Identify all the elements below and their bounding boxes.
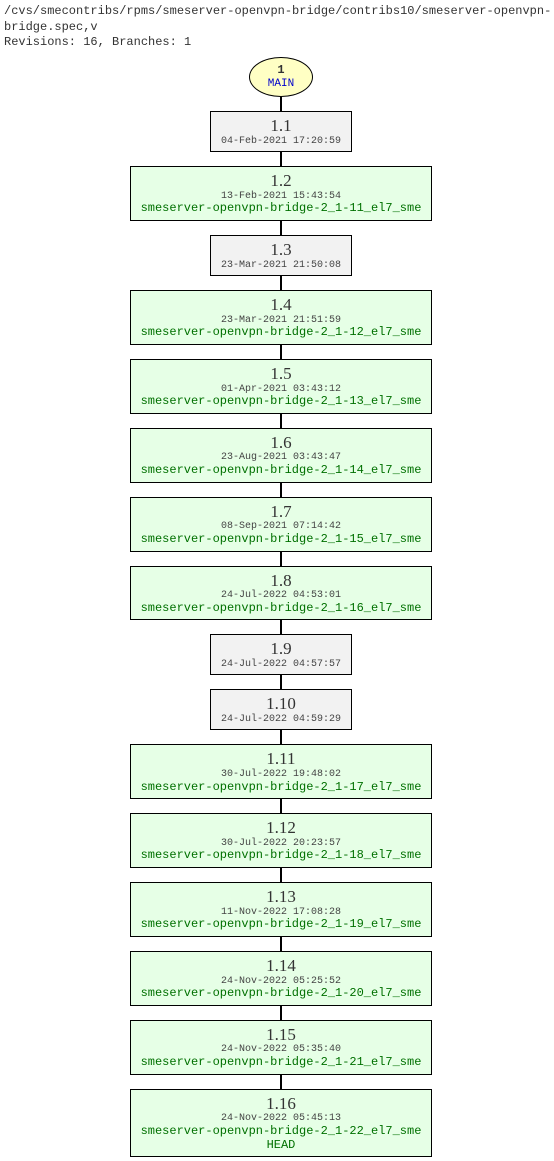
revision-date: 24-Jul-2022 04:53:01 xyxy=(141,590,422,602)
revision-tag: smeserver-openvpn-bridge-2_1-13_el7_sme xyxy=(141,395,422,409)
revision-number: 1.6 xyxy=(141,433,422,453)
revision-node[interactable]: 1.1230-Jul-2022 20:23:57smeserver-openvp… xyxy=(130,813,433,868)
revision-tag: smeserver-openvpn-bridge-2_1-14_el7_sme xyxy=(141,464,422,478)
revision-number: 1.13 xyxy=(141,887,422,907)
graph-edge xyxy=(280,799,282,813)
revision-tag: smeserver-openvpn-bridge-2_1-17_el7_sme xyxy=(141,781,422,795)
revision-number: 1.8 xyxy=(141,571,422,591)
revision-node[interactable]: 1.213-Feb-2021 15:43:54smeserver-openvpn… xyxy=(130,166,433,221)
revision-tag: smeserver-openvpn-bridge-2_1-15_el7_sme xyxy=(141,533,422,547)
revision-date: 23-Mar-2021 21:50:08 xyxy=(221,260,341,272)
revision-node[interactable]: 1.924-Jul-2022 04:57:57 xyxy=(210,634,352,675)
revision-node[interactable]: 1.1024-Jul-2022 04:59:29 xyxy=(210,689,352,730)
graph-edge xyxy=(280,937,282,951)
branch-node[interactable]: 1 MAIN xyxy=(249,57,313,97)
revision-date: 24-Jul-2022 04:59:29 xyxy=(221,714,341,726)
graph-edge xyxy=(280,221,282,235)
revision-node[interactable]: 1.1311-Nov-2022 17:08:28smeserver-openvp… xyxy=(130,882,433,937)
graph-edge xyxy=(280,620,282,634)
revision-tag: smeserver-openvpn-bridge-2_1-22_el7_sme xyxy=(141,1125,422,1139)
revision-number: 1.16 xyxy=(141,1094,422,1114)
revision-number: 1.12 xyxy=(141,818,422,838)
revision-date: 24-Nov-2022 05:25:52 xyxy=(141,976,422,988)
revision-number: 1.11 xyxy=(141,749,422,769)
graph-edge xyxy=(280,552,282,566)
graph-edge xyxy=(280,868,282,882)
revision-node[interactable]: 1.1524-Nov-2022 05:35:40smeserver-openvp… xyxy=(130,1020,433,1075)
revision-date: 24-Nov-2022 05:35:40 xyxy=(141,1044,422,1056)
revision-date: 24-Nov-2022 05:45:13 xyxy=(141,1113,422,1125)
graph-edge xyxy=(280,414,282,428)
revision-number: 1.7 xyxy=(141,502,422,522)
graph-edge xyxy=(280,276,282,290)
file-stats: Revisions: 16, Branches: 1 xyxy=(4,35,554,51)
file-header: /cvs/smecontribs/rpms/smeserver-openvpn-… xyxy=(4,4,554,51)
graph-edge xyxy=(280,1075,282,1089)
file-path: /cvs/smecontribs/rpms/smeserver-openvpn-… xyxy=(4,4,554,35)
graph-edge xyxy=(280,152,282,166)
revision-number: 1.3 xyxy=(221,240,341,260)
branch-name: MAIN xyxy=(268,78,294,91)
revision-tag: smeserver-openvpn-bridge-2_1-16_el7_sme xyxy=(141,602,422,616)
revision-node[interactable]: 1.323-Mar-2021 21:50:08 xyxy=(210,235,352,276)
revision-node[interactable]: 1.1424-Nov-2022 05:25:52smeserver-openvp… xyxy=(130,951,433,1006)
revision-number: 1.2 xyxy=(141,171,422,191)
revision-graph: 1 MAIN 1.104-Feb-2021 17:20:59 1.213-Feb-… xyxy=(4,57,554,1158)
revision-node[interactable]: 1.104-Feb-2021 17:20:59 xyxy=(210,111,352,152)
graph-edge xyxy=(280,675,282,689)
graph-edge xyxy=(280,730,282,744)
revision-tag: smeserver-openvpn-bridge-2_1-18_el7_sme xyxy=(141,849,422,863)
revision-head-label: HEAD xyxy=(141,1139,422,1153)
revision-number: 1.5 xyxy=(141,364,422,384)
revision-number: 1.14 xyxy=(141,956,422,976)
revision-number: 1.4 xyxy=(141,295,422,315)
revision-node[interactable]: 1.423-Mar-2021 21:51:59smeserver-openvpn… xyxy=(130,290,433,345)
revision-number: 1.15 xyxy=(141,1025,422,1045)
revision-date: 24-Jul-2022 04:57:57 xyxy=(221,659,341,671)
revision-node[interactable]: 1.708-Sep-2021 07:14:42smeserver-openvpn… xyxy=(130,497,433,552)
branch-number: 1 xyxy=(268,64,294,78)
revision-tag: smeserver-openvpn-bridge-2_1-20_el7_sme xyxy=(141,987,422,1001)
revision-tag: smeserver-openvpn-bridge-2_1-11_el7_sme xyxy=(141,202,422,216)
revision-node[interactable]: 1.623-Aug-2021 03:43:47smeserver-openvpn… xyxy=(130,428,433,483)
revision-number: 1.9 xyxy=(221,639,341,659)
revision-node[interactable]: 1.1624-Nov-2022 05:45:13smeserver-openvp… xyxy=(130,1089,433,1158)
revision-node[interactable]: 1.501-Apr-2021 03:43:12smeserver-openvpn… xyxy=(130,359,433,414)
revision-tag: smeserver-openvpn-bridge-2_1-12_el7_sme xyxy=(141,326,422,340)
graph-edge xyxy=(280,483,282,497)
revision-date: 30-Jul-2022 19:48:02 xyxy=(141,769,422,781)
revision-node[interactable]: 1.1130-Jul-2022 19:48:02smeserver-openvp… xyxy=(130,744,433,799)
graph-edge xyxy=(280,1006,282,1020)
revision-date: 08-Sep-2021 07:14:42 xyxy=(141,521,422,533)
revision-tag: smeserver-openvpn-bridge-2_1-19_el7_sme xyxy=(141,918,422,932)
revision-number: 1.10 xyxy=(221,694,341,714)
graph-edge xyxy=(280,345,282,359)
revision-tag: smeserver-openvpn-bridge-2_1-21_el7_sme xyxy=(141,1056,422,1070)
revision-node[interactable]: 1.824-Jul-2022 04:53:01smeserver-openvpn… xyxy=(130,566,433,621)
revision-number: 1.1 xyxy=(221,116,341,136)
revision-date: 04-Feb-2021 17:20:59 xyxy=(221,136,341,148)
graph-edge xyxy=(280,97,282,111)
